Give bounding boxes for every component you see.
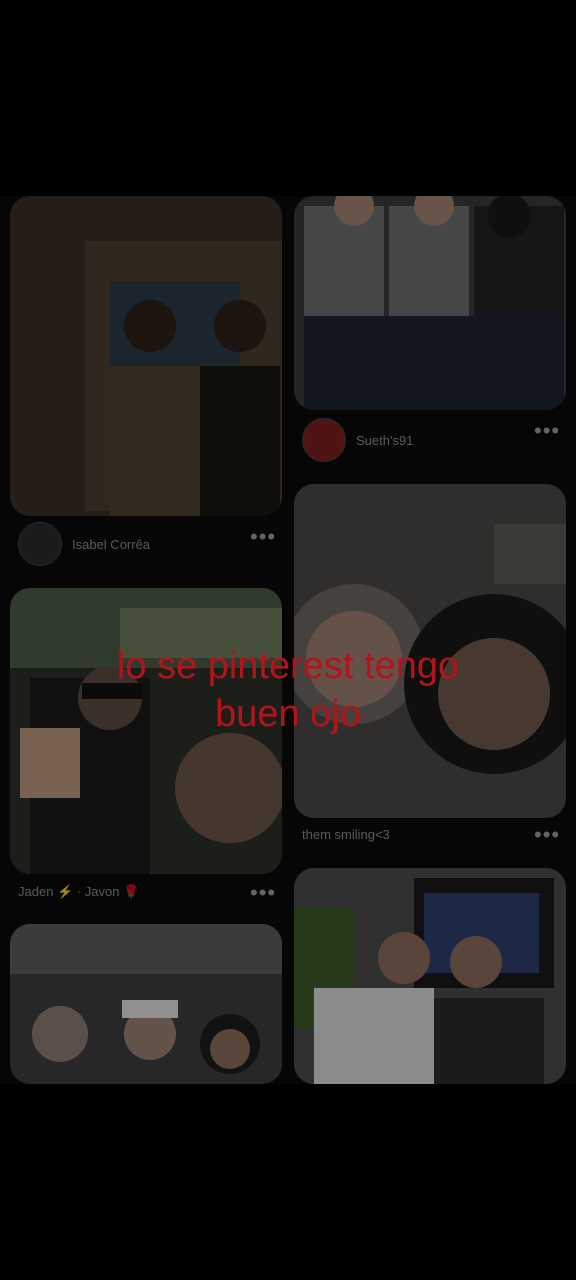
dim-overlay — [0, 196, 576, 1084]
caption-line-1: lo se pinterest tengo — [116, 645, 460, 687]
caption-line-2: buen ojo — [215, 693, 361, 735]
pinterest-feed: Isabel Corrêa ••• Sueth's91 ••• Jaden ⚡ … — [0, 196, 576, 1084]
caption-overlay: lo se pinterest tengo buen ojo — [0, 642, 576, 738]
